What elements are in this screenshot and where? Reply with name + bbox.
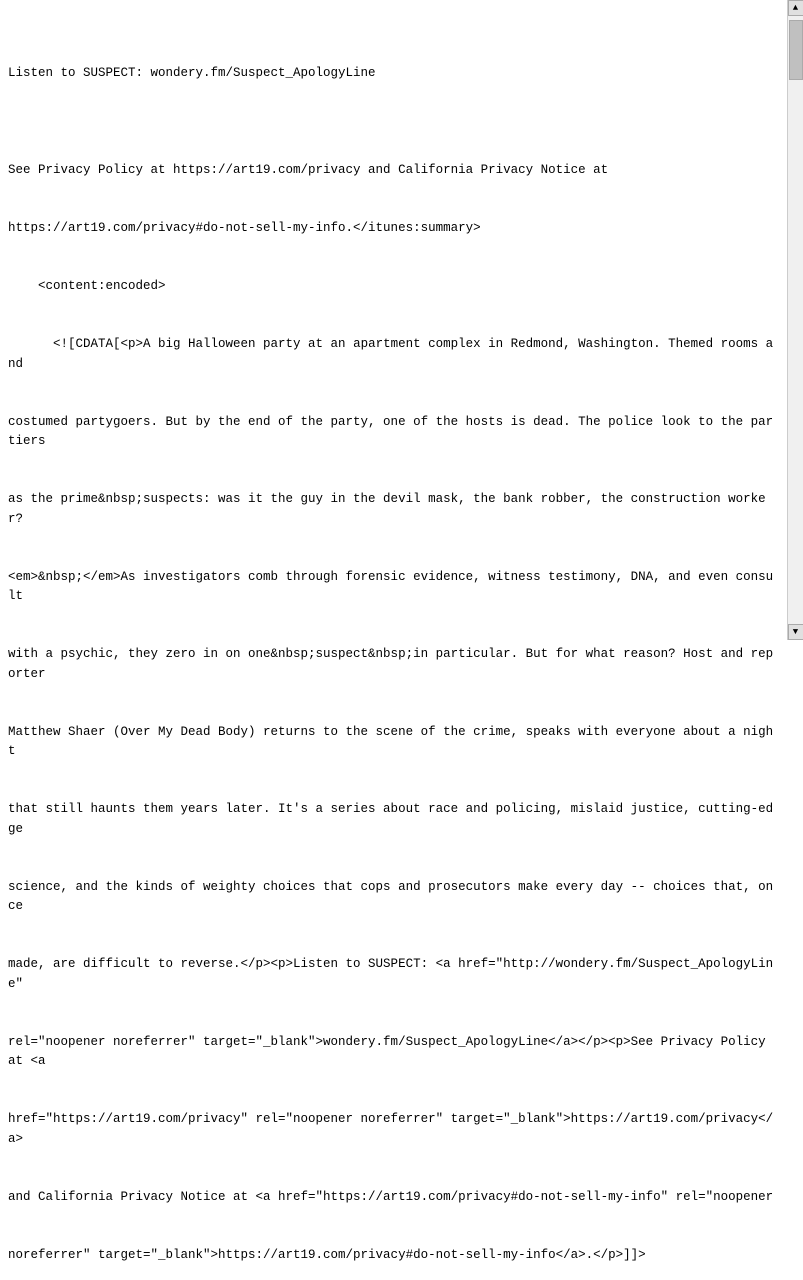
scrollbar[interactable]: ▲ ▼ [787, 0, 803, 640]
xml-content-area[interactable]: Listen to SUSPECT: wondery.fm/Suspect_Ap… [0, 0, 783, 1280]
line-11: Matthew Shaer (Over My Dead Body) return… [8, 725, 773, 758]
line-14: made, are difficult to reverse.</p><p>Li… [8, 957, 773, 990]
line-18: noreferrer" target="_blank">https://art1… [8, 1248, 646, 1262]
scrollbar-down-button[interactable]: ▼ [788, 624, 803, 640]
line-7: costumed partygoers. But by the end of t… [8, 415, 773, 448]
line-1: Listen to SUSPECT: wondery.fm/Suspect_Ap… [8, 66, 376, 80]
line-17: and California Privacy Notice at <a href… [8, 1190, 773, 1204]
code-block: Listen to SUSPECT: wondery.fm/Suspect_Ap… [8, 45, 775, 1280]
line-16: href="https://art19.com/privacy" rel="no… [8, 1112, 773, 1145]
line-3: See Privacy Policy at https://art19.com/… [8, 163, 608, 177]
line-9: <em>&nbsp;</em>As investigators comb thr… [8, 570, 773, 603]
line-15: rel="noopener noreferrer" target="_blank… [8, 1035, 773, 1068]
line-13: science, and the kinds of weighty choice… [8, 880, 773, 913]
line-12: that still haunts them years later. It's… [8, 802, 773, 835]
scrollbar-thumb[interactable] [789, 20, 803, 80]
line-4: https://art19.com/privacy#do-not-sell-my… [8, 221, 481, 235]
line-6: <![CDATA[<p>A big Halloween party at an … [8, 337, 773, 370]
scrollbar-up-button[interactable]: ▲ [788, 0, 803, 16]
line-10: with a psychic, they zero in on one&nbsp… [8, 647, 773, 680]
line-8: as the prime&nbsp;suspects: was it the g… [8, 492, 766, 525]
line-5: <content:encoded> [8, 279, 166, 293]
